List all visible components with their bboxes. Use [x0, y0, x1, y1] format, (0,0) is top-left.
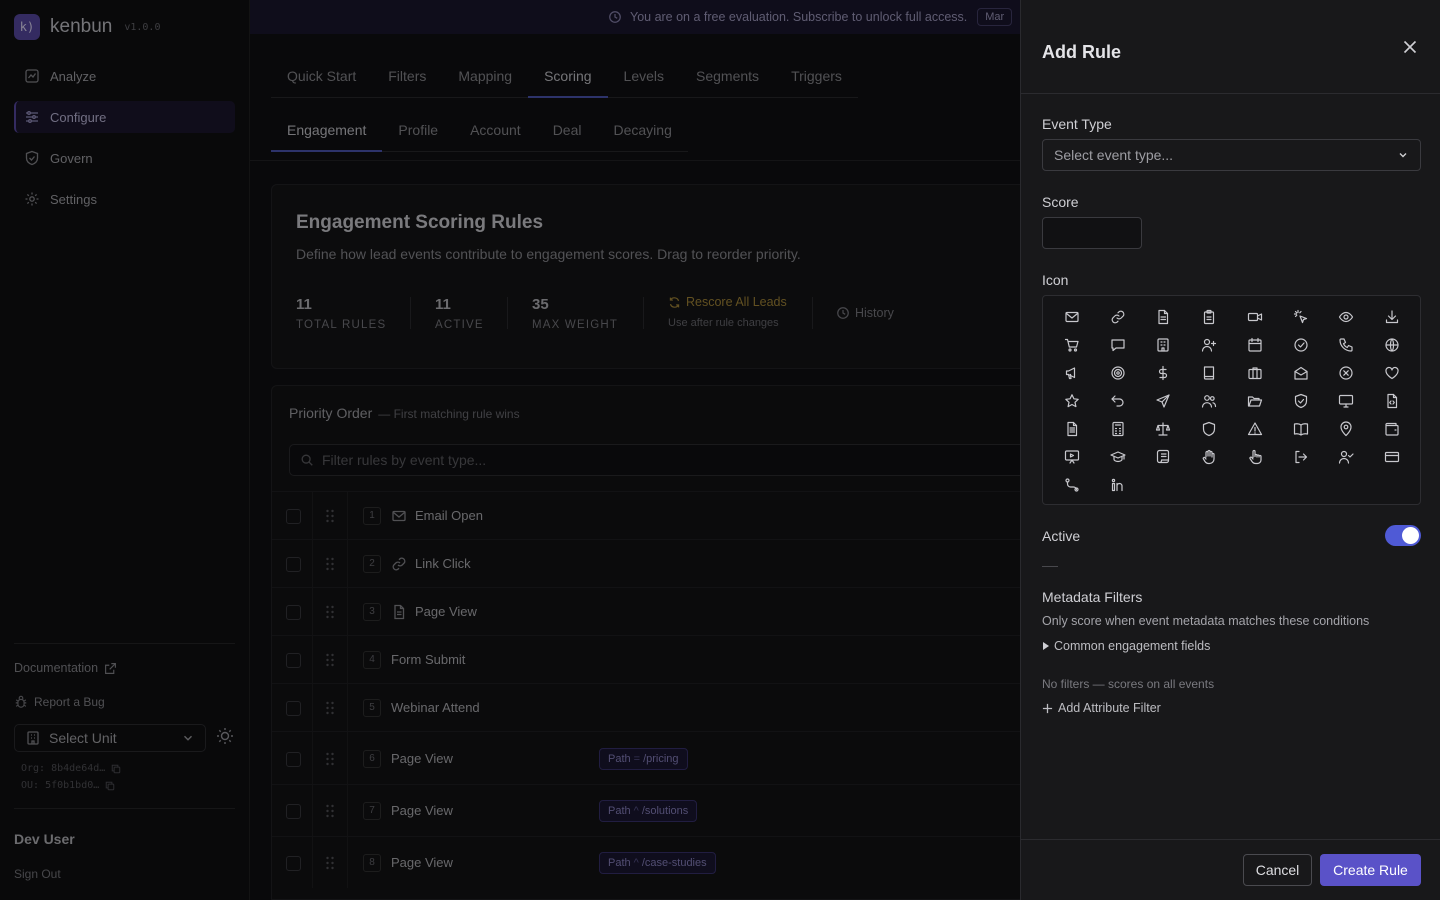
- cancel-button[interactable]: Cancel: [1243, 854, 1312, 886]
- x-circle-icon[interactable]: [1332, 359, 1360, 387]
- phone-icon[interactable]: [1332, 331, 1360, 359]
- wallet-icon[interactable]: [1378, 415, 1406, 443]
- dollar-icon[interactable]: [1149, 359, 1177, 387]
- briefcase-icon[interactable]: [1241, 359, 1269, 387]
- eye-icon[interactable]: [1332, 303, 1360, 331]
- pointer-icon[interactable]: [1241, 443, 1269, 471]
- divider: [1021, 839, 1440, 840]
- event-type-select[interactable]: Select event type...: [1042, 139, 1421, 171]
- send-icon[interactable]: [1149, 387, 1177, 415]
- mail-icon[interactable]: [1058, 303, 1086, 331]
- user-check-icon[interactable]: [1332, 443, 1360, 471]
- presentation-icon[interactable]: [1058, 443, 1086, 471]
- link-icon[interactable]: [1104, 303, 1132, 331]
- event-type-placeholder: Select event type...: [1054, 147, 1174, 163]
- route-icon[interactable]: [1058, 471, 1086, 499]
- chevron-down-icon: [1397, 149, 1409, 161]
- caret-right-icon: [1042, 642, 1050, 650]
- download-icon[interactable]: [1378, 303, 1406, 331]
- active-label: Active: [1042, 528, 1081, 544]
- calendar-icon[interactable]: [1241, 331, 1269, 359]
- star-icon[interactable]: [1058, 387, 1086, 415]
- mail-open-icon[interactable]: [1287, 359, 1315, 387]
- divider: [1042, 566, 1058, 567]
- score-label: Score: [1042, 194, 1079, 210]
- active-toggle[interactable]: [1385, 525, 1421, 546]
- undo-icon[interactable]: [1104, 387, 1132, 415]
- target-icon[interactable]: [1104, 359, 1132, 387]
- score-input[interactable]: [1042, 217, 1142, 249]
- click-icon[interactable]: [1287, 303, 1315, 331]
- common-fields-label: Common engagement fields: [1054, 639, 1211, 653]
- file-text-icon[interactable]: [1149, 303, 1177, 331]
- globe-icon[interactable]: [1378, 331, 1406, 359]
- no-filters-text: No filters — scores on all events: [1042, 677, 1215, 691]
- heart-icon[interactable]: [1378, 359, 1406, 387]
- megaphone-icon[interactable]: [1058, 359, 1086, 387]
- close-icon[interactable]: [1400, 37, 1420, 57]
- book-icon[interactable]: [1195, 359, 1223, 387]
- linkedin-icon[interactable]: [1104, 471, 1132, 499]
- shield-check-icon[interactable]: [1287, 387, 1315, 415]
- folder-open-icon[interactable]: [1241, 387, 1269, 415]
- modal-backdrop[interactable]: [0, 0, 1020, 900]
- common-fields-disclosure[interactable]: Common engagement fields: [1042, 639, 1210, 653]
- check-circle-icon[interactable]: [1287, 331, 1315, 359]
- book-open-icon[interactable]: [1287, 415, 1315, 443]
- cart-icon[interactable]: [1058, 331, 1086, 359]
- metadata-filters-title: Metadata Filters: [1042, 589, 1143, 605]
- divider: [1021, 93, 1440, 94]
- map-pin-icon[interactable]: [1332, 415, 1360, 443]
- scroll-icon[interactable]: [1149, 443, 1177, 471]
- event-type-label: Event Type: [1042, 116, 1112, 132]
- add-rule-drawer: Add Rule Event Type Select event type...…: [1020, 0, 1440, 900]
- video-icon[interactable]: [1241, 303, 1269, 331]
- toggle-knob: [1402, 527, 1419, 544]
- file-lines-icon[interactable]: [1058, 415, 1086, 443]
- icon-label: Icon: [1042, 272, 1069, 288]
- users-icon[interactable]: [1195, 387, 1223, 415]
- log-out-icon[interactable]: [1287, 443, 1315, 471]
- icon-picker-grid: [1042, 295, 1421, 505]
- calculator-icon[interactable]: [1104, 415, 1132, 443]
- alert-icon[interactable]: [1241, 415, 1269, 443]
- user-plus-icon[interactable]: [1195, 331, 1223, 359]
- monitor-icon[interactable]: [1332, 387, 1360, 415]
- file-code-icon[interactable]: [1378, 387, 1406, 415]
- metadata-filters-description: Only score when event metadata matches t…: [1042, 614, 1370, 628]
- credit-card-icon[interactable]: [1378, 443, 1406, 471]
- add-attribute-filter-button[interactable]: Add Attribute Filter: [1042, 701, 1161, 715]
- message-icon[interactable]: [1104, 331, 1132, 359]
- hand-icon[interactable]: [1195, 443, 1223, 471]
- create-rule-button[interactable]: Create Rule: [1320, 854, 1421, 886]
- add-filter-label: Add Attribute Filter: [1058, 701, 1161, 715]
- building-icon[interactable]: [1149, 331, 1177, 359]
- graduation-cap-icon[interactable]: [1104, 443, 1132, 471]
- plus-icon: [1042, 703, 1053, 714]
- clipboard-icon[interactable]: [1195, 303, 1223, 331]
- drawer-title: Add Rule: [1042, 42, 1121, 62]
- shield-icon[interactable]: [1195, 415, 1223, 443]
- scale-icon[interactable]: [1149, 415, 1177, 443]
